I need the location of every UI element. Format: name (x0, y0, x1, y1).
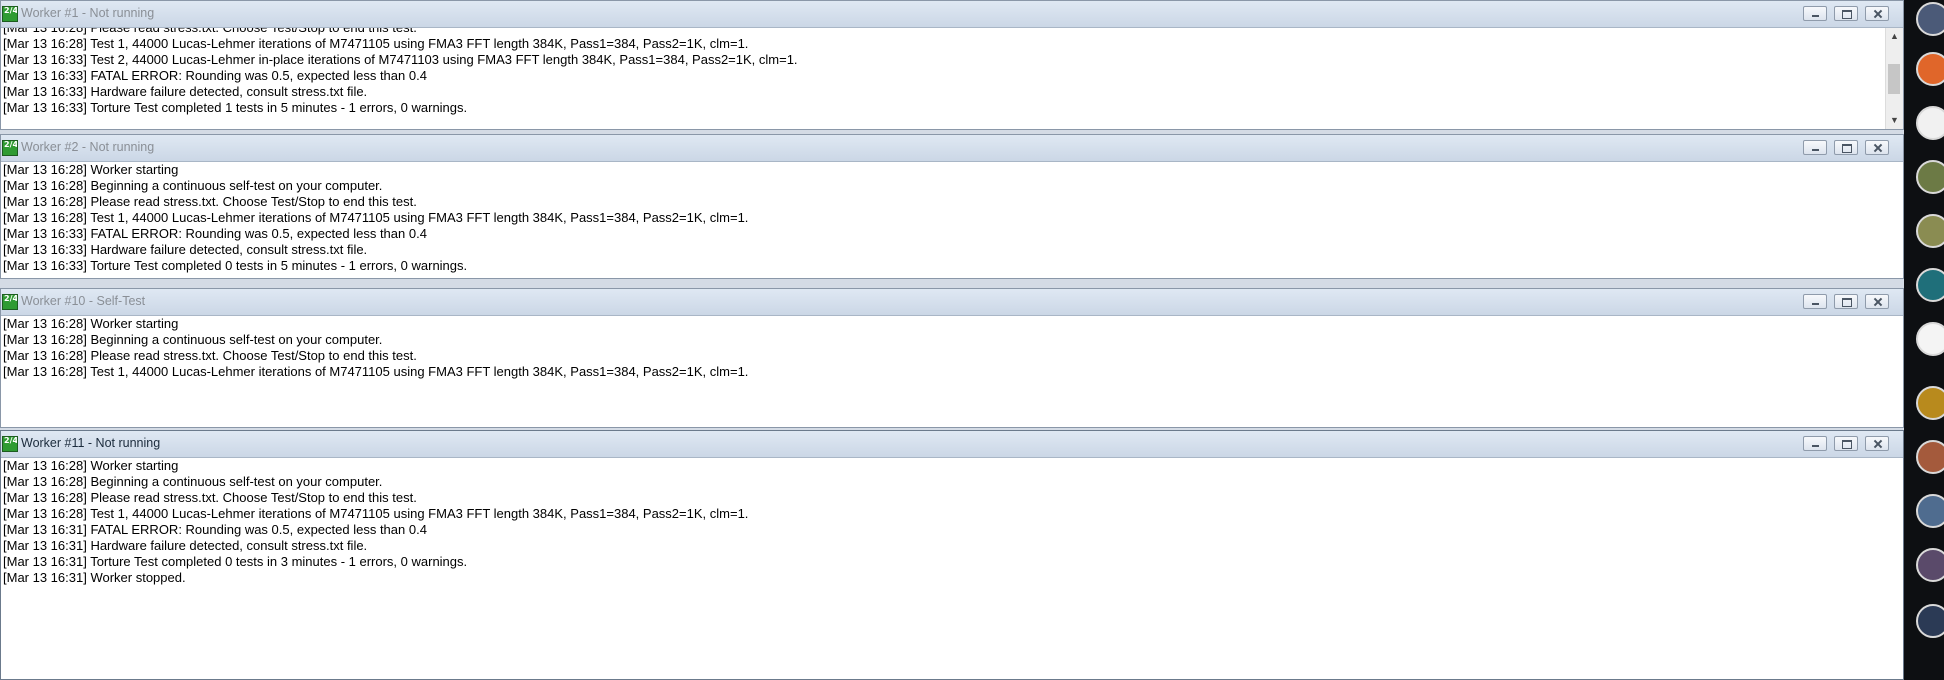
desktop-shortcut-icon[interactable] (1916, 386, 1944, 420)
app-icon-label: 2/4 (4, 140, 18, 149)
desktop-shortcut-icon[interactable] (1916, 494, 1944, 528)
desktop-icon-strip (1904, 0, 1944, 680)
log-line: [Mar 13 16:28] Worker starting (3, 458, 179, 473)
log-line: [Mar 13 16:28] Please read stress.txt. C… (3, 348, 417, 363)
scroll-down-icon[interactable]: ▼ (1886, 112, 1903, 129)
log-line: [Mar 13 16:28] Beginning a continuous se… (3, 474, 383, 489)
prime95-app-icon: 2/4 (2, 436, 18, 452)
desktop-shortcut-icon[interactable] (1916, 160, 1944, 194)
desktop-shortcut-icon[interactable] (1916, 268, 1944, 302)
worker-11-log[interactable]: [Mar 13 16:28] Worker starting [Mar 13 1… (1, 458, 1903, 679)
minimize-icon[interactable] (1803, 6, 1827, 21)
worker-1-titlebar[interactable]: 2/4 Worker #1 - Not running (1, 1, 1903, 28)
prime95-app-icon: 2/4 (2, 6, 18, 22)
worker-11-titlebar[interactable]: 2/4 Worker #11 - Not running (1, 431, 1903, 458)
log-line: [Mar 13 16:28] Test 1, 44000 Lucas-Lehme… (3, 210, 749, 225)
window-title: Worker #11 - Not running (21, 436, 161, 450)
prime95-app-icon: 2/4 (2, 294, 18, 310)
log-line: [Mar 13 16:31] FATAL ERROR: Rounding was… (3, 522, 427, 537)
log-line: [Mar 13 16:33] Test 2, 44000 Lucas-Lehme… (3, 52, 798, 67)
log-line: [Mar 13 16:28] Beginning a continuous se… (3, 332, 383, 347)
log-lines: [Mar 13 16:28] Please read stress.txt. C… (1, 28, 1886, 116)
log-line: [Mar 13 16:33] Hardware failure detected… (3, 84, 368, 99)
close-icon[interactable] (1865, 140, 1889, 155)
maximize-icon[interactable] (1834, 140, 1858, 155)
worker-10-window[interactable]: 2/4 Worker #10 - Self-Test [Mar 13 16:28… (0, 288, 1904, 428)
log-line: [Mar 13 16:28] Test 1, 44000 Lucas-Lehme… (3, 506, 749, 521)
log-line: [Mar 13 16:28] Beginning a continuous se… (3, 178, 383, 193)
app-icon-label: 2/4 (4, 294, 18, 303)
scroll-up-icon[interactable]: ▲ (1886, 28, 1903, 45)
worker-1-log[interactable]: [Mar 13 16:28] Please read stress.txt. C… (1, 28, 1903, 129)
close-icon[interactable] (1865, 436, 1889, 451)
log-line: [Mar 13 16:28] Please read stress.txt. C… (3, 194, 417, 209)
worker-2-window[interactable]: 2/4 Worker #2 - Not running [Mar 13 16:2… (0, 134, 1904, 279)
worker-1-window[interactable]: 2/4 Worker #1 - Not running [Mar 13 16:2… (0, 0, 1904, 130)
window-title: Worker #10 - Self-Test (21, 294, 146, 308)
log-line: [Mar 13 16:33] Torture Test completed 0 … (3, 258, 468, 273)
desktop-shortcut-icon[interactable] (1916, 604, 1944, 638)
desktop-shortcut-icon[interactable] (1916, 52, 1944, 86)
log-line: [Mar 13 16:31] Worker stopped. (3, 570, 186, 585)
app-icon-label: 2/4 (4, 436, 18, 445)
log-line: [Mar 13 16:33] FATAL ERROR: Rounding was… (3, 68, 427, 83)
desktop-shortcut-icon[interactable] (1916, 548, 1944, 582)
worker-10-titlebar[interactable]: 2/4 Worker #10 - Self-Test (1, 289, 1903, 316)
desktop-shortcut-icon[interactable] (1916, 2, 1944, 36)
log-line: [Mar 13 16:31] Torture Test completed 0 … (3, 554, 468, 569)
desktop-shortcut-icon[interactable] (1916, 214, 1944, 248)
prime95-app-icon: 2/4 (2, 140, 18, 156)
log-line: [Mar 13 16:28] Please read stress.txt. C… (3, 490, 417, 505)
vertical-scrollbar[interactable]: ▲ ▼ (1885, 28, 1903, 129)
scrollbar-thumb[interactable] (1888, 64, 1900, 94)
log-line: [Mar 13 16:33] Torture Test completed 1 … (3, 100, 468, 115)
log-line: [Mar 13 16:28] Test 1, 44000 Lucas-Lehme… (3, 364, 749, 379)
app-icon-label: 2/4 (4, 6, 18, 15)
log-line: [Mar 13 16:28] Worker starting (3, 316, 179, 331)
log-line: [Mar 13 16:33] FATAL ERROR: Rounding was… (3, 226, 427, 241)
minimize-icon[interactable] (1803, 436, 1827, 451)
close-icon[interactable] (1865, 6, 1889, 21)
log-line: [Mar 13 16:33] Hardware failure detected… (3, 242, 368, 257)
desktop-shortcut-icon[interactable] (1916, 440, 1944, 474)
maximize-icon[interactable] (1834, 294, 1858, 309)
close-icon[interactable] (1865, 294, 1889, 309)
worker-2-log[interactable]: [Mar 13 16:28] Worker starting [Mar 13 1… (1, 162, 1903, 278)
worker-2-titlebar[interactable]: 2/4 Worker #2 - Not running (1, 135, 1903, 162)
log-line: [Mar 13 16:28] Please read stress.txt. C… (1, 28, 1886, 36)
minimize-icon[interactable] (1803, 294, 1827, 309)
window-title: Worker #2 - Not running (21, 140, 155, 154)
worker-10-log[interactable]: [Mar 13 16:28] Worker starting [Mar 13 1… (1, 316, 1903, 427)
window-title: Worker #1 - Not running (21, 6, 155, 20)
log-line: [Mar 13 16:28] Worker starting (3, 162, 179, 177)
desktop-shortcut-icon[interactable] (1916, 106, 1944, 140)
log-line: [Mar 13 16:31] Hardware failure detected… (3, 538, 368, 553)
desktop-shortcut-icon[interactable] (1916, 322, 1944, 356)
worker-11-window[interactable]: 2/4 Worker #11 - Not running [Mar 13 16:… (0, 430, 1904, 680)
maximize-icon[interactable] (1834, 436, 1858, 451)
minimize-icon[interactable] (1803, 140, 1827, 155)
log-line: [Mar 13 16:28] Test 1, 44000 Lucas-Lehme… (3, 36, 749, 51)
maximize-icon[interactable] (1834, 6, 1858, 21)
